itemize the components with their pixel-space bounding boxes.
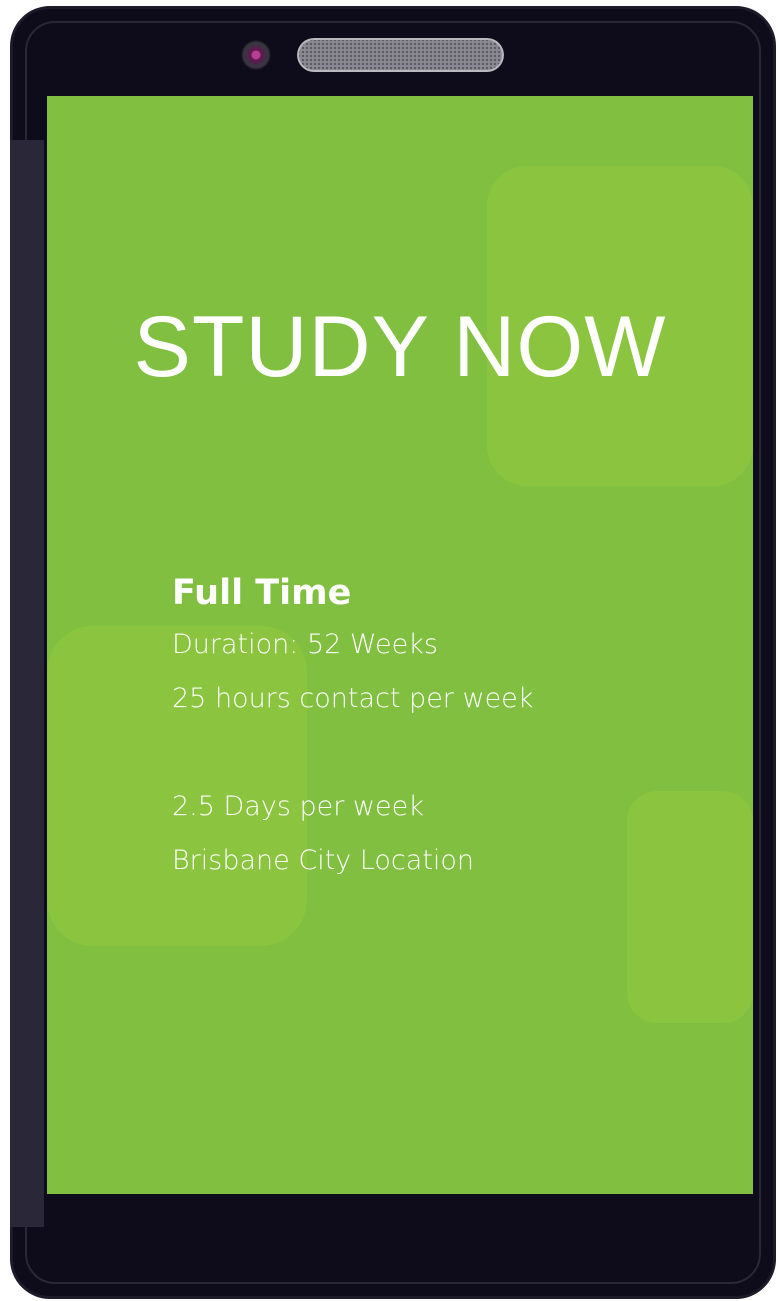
duration-text: Duration: 52 Weeks — [172, 629, 438, 660]
days-per-week-text: 2.5 Days per week — [172, 791, 424, 822]
course-info: Full Time Duration: 52 Weeks 25 hours co… — [172, 568, 533, 888]
phone-screen: STUDY NOW Full Time Duration: 52 Weeks 2… — [47, 96, 753, 1194]
study-mode-heading: Full Time — [172, 573, 352, 613]
phone-side-edge — [10, 140, 44, 1227]
camera-lens-icon — [241, 40, 271, 70]
location-text: Brisbane City Location — [172, 845, 475, 876]
contact-hours-text: 25 hours contact per week — [172, 683, 534, 714]
speaker-grille-icon — [297, 38, 504, 72]
page-title: STUDY NOW — [133, 299, 667, 395]
background-shape — [627, 791, 753, 1023]
